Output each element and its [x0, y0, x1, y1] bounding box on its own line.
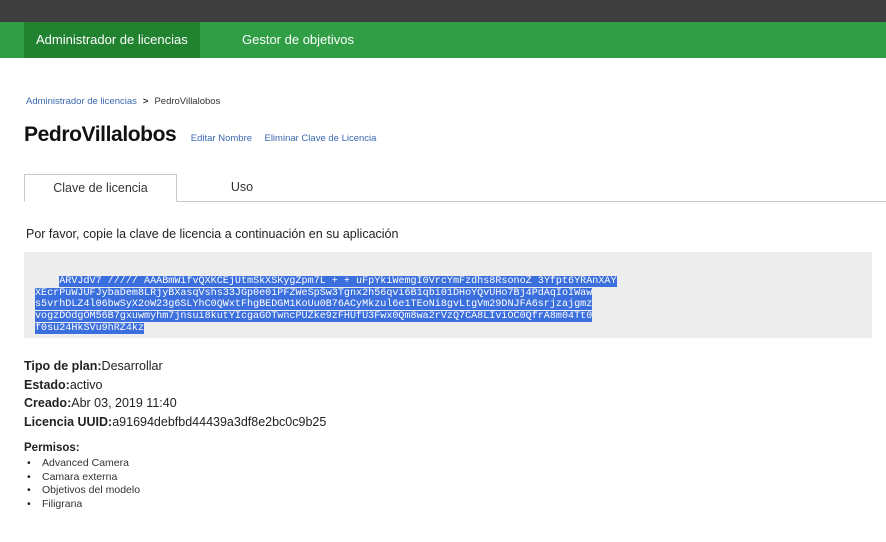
uuid-value: a91694debfbd44439a3df8e2bc0c9b25 — [112, 414, 327, 429]
license-key-line[interactable]: ARVJdV7 ///// AAABmWifvQXKCEjUtmSkXSKygZ… — [59, 275, 617, 287]
breadcrumb-parent-link[interactable]: Administrador de licencias — [26, 96, 137, 107]
tab-clave-de-licencia[interactable]: Clave de licencia — [24, 174, 177, 202]
license-key-line[interactable]: vogzDOdgOM56B7gxuwmyhm7jnsui8kutYIcgaGOT… — [35, 311, 593, 323]
plan-type-row: Tipo de plan:Desarrollar — [24, 357, 326, 376]
tab-uso[interactable]: Uso — [212, 174, 272, 201]
license-key-text[interactable]: ARVJdV7 ///// AAABmWifvQXKCEjUtmSkXSKygZ… — [35, 264, 872, 347]
edit-name-link[interactable]: Editar Nombre — [191, 133, 252, 144]
plan-type-value: Desarrollar — [101, 359, 163, 373]
breadcrumb-current: PedroVillalobos — [154, 96, 221, 107]
nav-item-gestor-de-objetivos[interactable]: Gestor de objetivos — [230, 22, 366, 58]
license-key-line[interactable]: f0su24HkSVu9hRZ4kz — [35, 322, 145, 334]
delete-license-key-link[interactable]: Eliminar Clave de Licencia — [264, 133, 376, 144]
permission-item: Advanced Camera — [24, 457, 140, 471]
license-key-line[interactable]: s5vrhDLZ4l06bwSyX2oW23g6SLYhC0QWxtFhgBED… — [35, 299, 593, 311]
permissions-list: Advanced Camera Camara externa Objetivos… — [24, 457, 140, 511]
window-top-strip — [0, 0, 886, 22]
top-navigation-bar: Administrador de licencias Gestor de obj… — [0, 22, 886, 58]
created-label: Creado: — [24, 396, 72, 410]
breadcrumb-separator: > — [142, 96, 149, 107]
status-value: activo — [69, 377, 103, 392]
uuid-row: Licencia UUID:a91694debfbd44439a3df8e2bc… — [24, 413, 326, 432]
permissions-title: Permisos: — [24, 442, 80, 454]
permission-item: Camara externa — [24, 471, 140, 485]
breadcrumb: Administrador de licencias > PedroVillalob… — [26, 96, 220, 107]
permission-item: Filigrana — [24, 498, 140, 512]
license-key-box[interactable]: ARVJdV7 ///// AAABmWifvQXKCEjUtmSkXSKygZ… — [24, 252, 872, 338]
nav-item-administrador-de-licencias[interactable]: Administrador de licencias — [24, 22, 200, 58]
status-row: Estado:activo — [24, 376, 326, 395]
created-row: Creado:Abr 03, 2019 11:40 — [24, 394, 326, 413]
license-key-line[interactable]: XEcrPuWJUFJybaDem8LRjyBXasqVshs33JGp0e0i… — [35, 287, 593, 299]
created-value: Abr 03, 2019 11:40 — [71, 396, 177, 410]
title-row: PedroVillalobos Editar Nombre Eliminar C… — [24, 123, 376, 147]
plan-type-label: Tipo de plan: — [24, 359, 102, 373]
copy-instructions: Por favor, copie la clave de licencia a … — [26, 227, 399, 241]
status-label: Estado: — [24, 377, 70, 392]
page-title: PedroVillalobos — [24, 123, 177, 146]
tab-bar: Clave de licencia Uso — [24, 174, 886, 202]
license-info: Tipo de plan:Desarrollar Estado:activo C… — [24, 357, 326, 431]
uuid-label: Licencia UUID: — [24, 414, 113, 429]
permission-item: Objetivos del modelo — [24, 484, 140, 498]
